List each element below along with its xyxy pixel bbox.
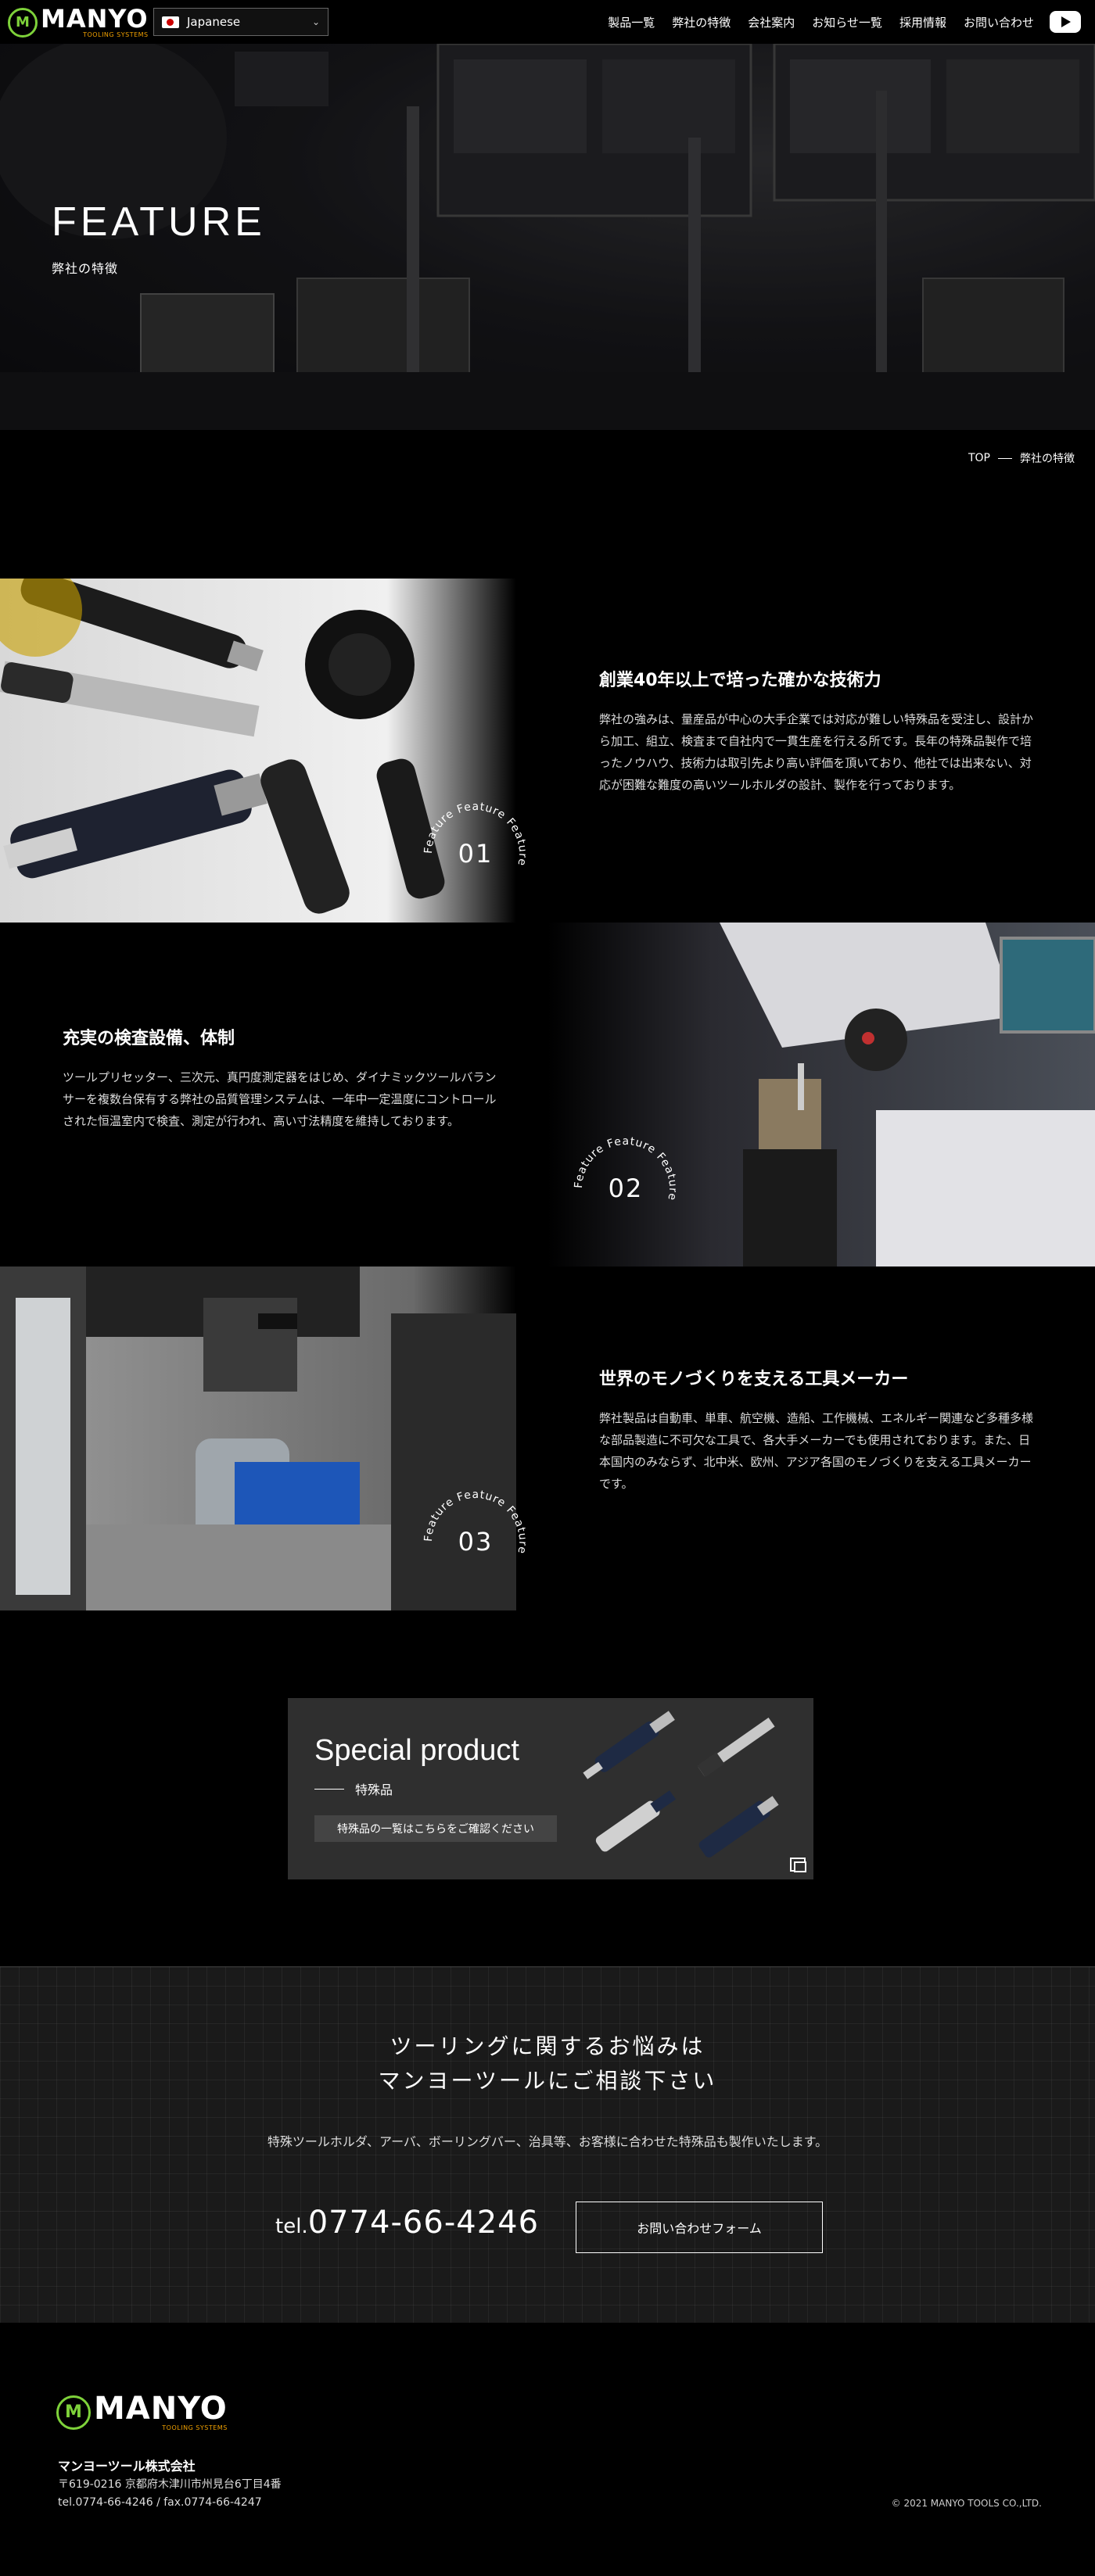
feature-text-2: 充実の検査設備、体制 ツールプリセッター、三次元、真円度測定器をはじめ、ダイナミ…: [63, 1024, 501, 1132]
footer-company-name: マンヨーツール株式会社: [58, 2459, 196, 2474]
language-select[interactable]: Japanese ⌄: [153, 8, 328, 36]
page-subtitle: 弊社の特徴: [52, 261, 119, 276]
footer-tel-fax: tel.0774-66-4246 / fax.0774-66-4247: [58, 2496, 262, 2509]
tel-number: 0774-66-4246: [307, 2205, 540, 2241]
feature-number: 01: [458, 839, 494, 869]
breadcrumb: TOP 弊社の特徴: [968, 450, 1075, 466]
nav-news[interactable]: お知らせ一覧: [812, 14, 882, 30]
page-title: FEATURE: [52, 199, 266, 245]
contact-phone[interactable]: tel. 0774-66-4246: [275, 2205, 539, 2241]
logo-word: MANYO: [41, 4, 149, 34]
nav-products[interactable]: 製品一覧: [608, 14, 655, 30]
feature-body: 弊社製品は自動車、単車、航空機、造船、工作機械、エネルギー関連など多種多様な部品…: [599, 1411, 1034, 1491]
feature-title: 世界のモノづくりを支える工具メーカー: [599, 1370, 909, 1389]
contact-title-line-1: ツーリングに関するお悩みは: [390, 2033, 705, 2059]
feature-section-2: 充実の検査設備、体制 ツールプリセッター、三次元、真円度測定器をはじめ、ダイナミ…: [0, 923, 1095, 1267]
hero-banner: FEATURE 弊社の特徴: [0, 44, 1095, 430]
feature-title: 充実の検査設備、体制: [63, 1029, 235, 1048]
contact-form-button[interactable]: お問い合わせフォーム: [576, 2202, 823, 2253]
site-header: M MANYO TOOLING SYSTEMS Japanese ⌄ 製品一覧 …: [0, 0, 1095, 44]
feature-section-1: Feature Feature Feature 01 創業40年以上で培った確か…: [0, 579, 1095, 923]
japan-flag-icon: [162, 16, 179, 28]
logo-subtitle: TOOLING SYSTEMS: [162, 2424, 228, 2431]
feature-badge-1: Feature Feature Feature 01: [421, 799, 530, 908]
logo-word: MANYO: [94, 2391, 228, 2427]
feature-title: 創業40年以上で培った確かな技術力: [599, 671, 881, 690]
subtitle-line: [314, 1788, 344, 1790]
logo-subtitle: TOOLING SYSTEMS: [83, 31, 149, 38]
special-product-image: [583, 1711, 779, 1858]
youtube-icon[interactable]: [1050, 11, 1081, 33]
footer-logo[interactable]: M MANYO TOOLING SYSTEMS: [56, 2393, 228, 2431]
feature-body: ツールプリセッター、三次元、真円度測定器をはじめ、ダイナミックツールバランサーを…: [63, 1070, 497, 1128]
language-label: Japanese: [187, 15, 241, 29]
logo-mark-icon: M: [8, 7, 38, 38]
site-logo[interactable]: M MANYO TOOLING SYSTEMS: [8, 6, 149, 38]
special-product-banner[interactable]: Special product 特殊品 特殊品の一覧はこちらをご確認ください: [288, 1698, 813, 1879]
nav-recruit[interactable]: 採用情報: [899, 14, 946, 30]
feature-text-1: 創業40年以上で培った確かな技術力 弊社の強みは、量産品が中心の大手企業では対応…: [599, 666, 1037, 796]
chevron-down-icon: ⌄: [311, 16, 320, 27]
feature-text-3: 世界のモノづくりを支える工具メーカー 弊社製品は自動車、単車、航空機、造船、工作…: [599, 1365, 1037, 1495]
contact-title-line-2: マンヨーツールにご相談下さい: [378, 2068, 717, 2094]
feature-badge-2: Feature Feature Feature 02: [571, 1134, 680, 1243]
tel-prefix: tel.: [275, 2215, 308, 2238]
feature-body: 弊社の強みは、量産品が中心の大手企業では対応が難しい特殊品を受注し、設計から加工…: [599, 712, 1034, 792]
breadcrumb-separator: [998, 457, 1012, 459]
nav-contact[interactable]: お問い合わせ: [964, 14, 1034, 30]
special-product-subtitle-text: 特殊品: [355, 1782, 393, 1797]
feature-section-3: Feature Feature Feature 03 世界のモノづくりを支える工…: [0, 1267, 1095, 1610]
special-product-title: Special product: [314, 1734, 519, 1767]
contact-description: 特殊ツールホルダ、アーバ、ボーリングバー、治具等、お客様に合わせた特殊品も製作い…: [267, 2134, 828, 2149]
footer-copyright: © 2021 MANYO TOOLS CO.,LTD.: [891, 2498, 1042, 2509]
contact-section: ツーリングに関するお悩みは マンヨーツールにご相談下さい 特殊ツールホルダ、アー…: [0, 1966, 1095, 2323]
special-product-subtitle: 特殊品: [314, 1779, 393, 1798]
footer-address: 〒619-0216 京都府木津川市州見台6丁目4番: [58, 2478, 282, 2491]
feature-number: 02: [608, 1173, 644, 1203]
special-product-button[interactable]: 特殊品の一覧はこちらをご確認ください: [314, 1815, 557, 1842]
main-nav: 製品一覧 弊社の特徴 会社案内 お知らせ一覧 採用情報 お問い合わせ: [591, 0, 1095, 44]
feature-number: 03: [458, 1527, 494, 1557]
external-link-icon: [790, 1858, 806, 1872]
breadcrumb-home[interactable]: TOP: [968, 452, 990, 464]
feature-badge-3: Feature Feature Feature 03: [421, 1487, 530, 1596]
logo-mark-icon: M: [56, 2395, 91, 2430]
nav-company[interactable]: 会社案内: [748, 14, 795, 30]
contact-title: ツーリングに関するお悩みは マンヨーツールにご相談下さい: [0, 2030, 1095, 2098]
breadcrumb-current: 弊社の特徴: [1020, 453, 1075, 465]
nav-features[interactable]: 弊社の特徴: [672, 14, 731, 30]
site-footer: M MANYO TOOLING SYSTEMS マンヨーツール株式会社 〒619…: [0, 2323, 1095, 2576]
